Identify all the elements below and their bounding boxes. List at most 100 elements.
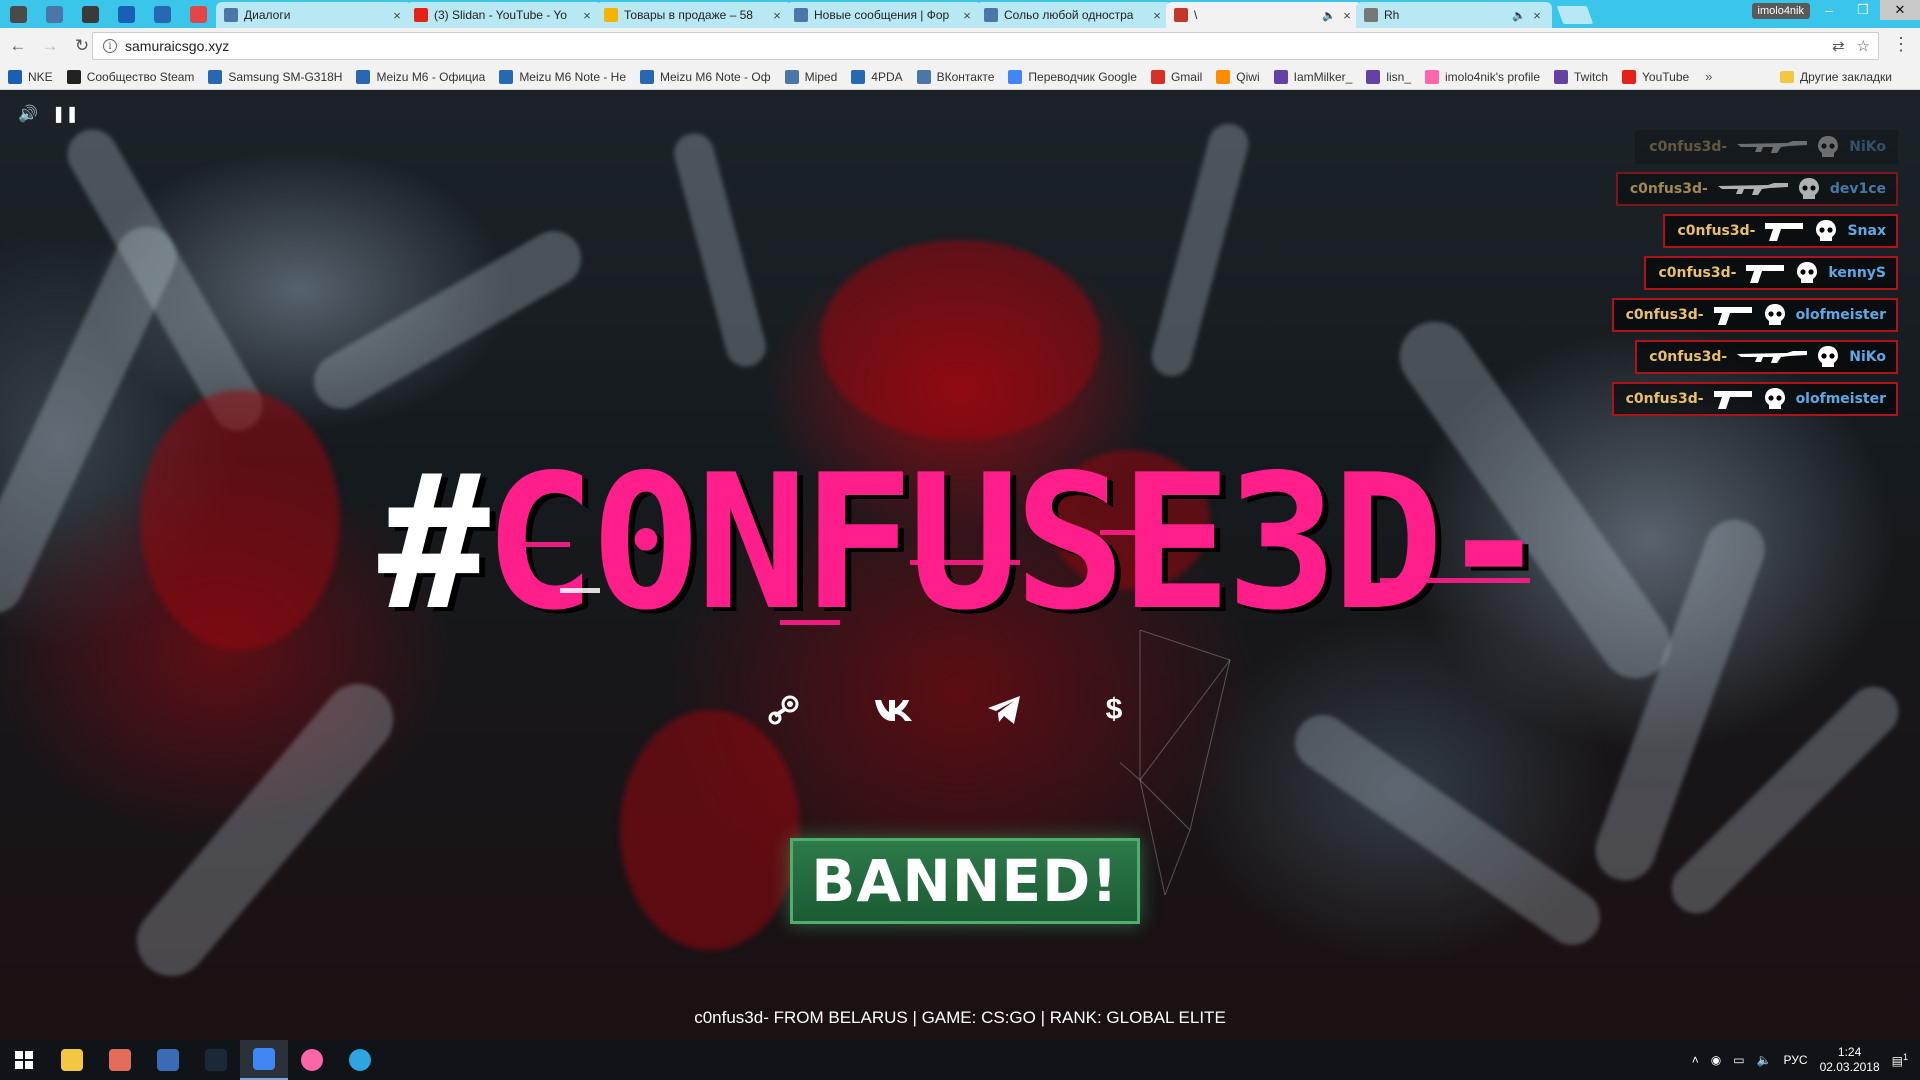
close-tab-icon[interactable]: × [770, 8, 784, 23]
pinned-tab[interactable] [108, 1, 144, 27]
browser-tab[interactable]: Новые сообщения | Фор × [786, 2, 982, 28]
volume-icon[interactable]: 🔊 [18, 104, 38, 124]
browser-tab[interactable]: \ 🔈 × [1166, 2, 1362, 28]
speaker-icon[interactable]: 🔈 [1757, 1053, 1772, 1067]
minimize-icon[interactable]: – [1812, 0, 1846, 20]
bookmark-item[interactable]: Samsung SM-G318H [208, 69, 342, 84]
bookmark-item[interactable]: Переводчик Google [1008, 69, 1137, 84]
samurai-icon [1174, 8, 1188, 22]
headshot-icon [1764, 387, 1786, 411]
headshot-icon [1764, 303, 1786, 327]
twitch-icon [1554, 69, 1568, 84]
bookmark-item[interactable]: Meizu M6 Note - Оф [640, 69, 771, 84]
social-links: $ [760, 688, 1138, 732]
close-tab-icon[interactable]: × [960, 8, 974, 23]
pinned-tab[interactable] [144, 1, 180, 27]
tab-audio-icon[interactable]: 🔈 [1322, 9, 1336, 22]
browser-tab[interactable]: Сольо любой однострa × [976, 2, 1172, 28]
language-indicator[interactable]: РУС [1784, 1053, 1808, 1067]
browser-tab[interactable]: Диалоги × [216, 2, 412, 28]
bookmark-item[interactable]: Gmail [1150, 69, 1202, 84]
tab-audio-icon[interactable]: 🔈 [1512, 9, 1526, 22]
bookmark-item[interactable]: Meizu M6 - Официа [356, 69, 485, 84]
pinned-tab[interactable] [180, 1, 216, 27]
bookmark-label: YouTube [1642, 69, 1690, 84]
headshot-icon [1798, 177, 1820, 201]
close-tab-icon[interactable]: × [390, 8, 404, 23]
steam-tray-icon[interactable]: ◉ [1711, 1053, 1721, 1067]
4pda-icon [640, 69, 655, 84]
close-tab-icon[interactable]: × [1530, 8, 1544, 23]
close-tab-icon[interactable]: × [1340, 8, 1354, 23]
kill-feed-entry: c0nfus3d-olofmeister [1611, 382, 1898, 416]
taskbar-app[interactable] [144, 1040, 192, 1080]
bookmark-item[interactable]: imolo4nik's profile [1425, 69, 1540, 84]
pinned-tabs [0, 0, 216, 28]
killer-name: c0nfus3d- [1625, 391, 1704, 407]
tab-title: Диалоги [244, 8, 291, 22]
pause-icon[interactable]: ❚❚ [52, 104, 79, 124]
new-tab-button[interactable] [1556, 6, 1594, 24]
tray-expand-icon[interactable]: ˄ [1692, 1053, 1699, 1067]
browser-tab[interactable]: Rh 🔈 × [1356, 2, 1552, 28]
deagle-weapon-icon [1746, 262, 1786, 284]
other-bookmarks-folder[interactable]: Другие закладки [1780, 70, 1892, 84]
bookmark-item[interactable]: Meizu M6 Note - Не [499, 69, 626, 84]
victim-name: olofmeister [1795, 307, 1886, 323]
close-tab-icon[interactable]: × [580, 8, 594, 23]
vk-link-icon[interactable] [870, 688, 918, 732]
victim-name: NiKo [1849, 349, 1886, 365]
telegram-link-icon[interactable] [980, 688, 1028, 732]
twitch-icon [1273, 69, 1288, 84]
bookmark-star-icon[interactable]: ☆ [1857, 37, 1870, 55]
bookmark-item[interactable]: Сообщество Steam [66, 69, 194, 84]
bookmark-item[interactable]: 4PDA [851, 69, 903, 84]
taskbar-app[interactable] [96, 1040, 144, 1080]
bookmark-item[interactable]: YouTube [1622, 69, 1690, 84]
taskbar-app[interactable] [288, 1040, 336, 1080]
network-icon[interactable]: ▭ [1733, 1053, 1744, 1067]
victim-name: Snax [1847, 223, 1886, 239]
twitch-icon [1366, 69, 1381, 84]
bookmark-item[interactable]: IamMilker_ [1273, 69, 1352, 84]
tab-title: Сольо любой однострa [1004, 8, 1134, 22]
bookmark-item[interactable]: NKE [8, 69, 53, 84]
bookmark-item[interactable]: Qiwi [1216, 69, 1260, 84]
clock[interactable]: 1:24 02.03.2018 [1820, 1045, 1880, 1075]
translate-icon[interactable]: ⇄ [1832, 37, 1845, 55]
back-icon[interactable]: ← [4, 32, 32, 60]
bookmark-item[interactable]: lisn_ [1366, 69, 1411, 84]
site-info-icon[interactable]: i [103, 39, 117, 53]
restore-icon[interactable]: ❐ [1846, 0, 1880, 20]
killer-name: c0nfus3d- [1629, 181, 1708, 197]
browser-tab[interactable]: Товары в продаже – 58 × [596, 2, 792, 28]
taskbar-app[interactable] [48, 1040, 96, 1080]
windows-start-icon[interactable] [0, 1040, 48, 1080]
banned-button[interactable]: BANNED! [790, 838, 1140, 924]
bookmark-item[interactable]: ВКонтакте [916, 69, 994, 84]
qiwi-icon [1216, 69, 1231, 84]
victim-name: olofmeister [1795, 391, 1886, 407]
profile-button[interactable]: imolo4nik [1751, 3, 1810, 19]
close-tab-icon[interactable]: × [1150, 8, 1164, 23]
steam-link-icon[interactable] [760, 688, 808, 732]
bookmark-label: Miped [804, 69, 838, 84]
windows-taskbar: ˄ ◉ ▭ 🔈 РУС 1:24 02.03.2018 ▤1 [0, 1040, 1920, 1080]
bookmark-item[interactable]: Miped [784, 69, 838, 84]
taskbar-app[interactable] [336, 1040, 384, 1080]
url-text: samuraicsgo.xyz [125, 38, 230, 54]
forward-icon[interactable]: → [36, 32, 64, 60]
browser-menu-icon[interactable]: ⋮ [1892, 34, 1910, 55]
clock-date: 02.03.2018 [1819, 1060, 1880, 1074]
pinned-tab[interactable] [72, 1, 108, 27]
pinned-tab[interactable] [0, 1, 36, 27]
taskbar-app[interactable] [240, 1040, 288, 1080]
notifications-icon[interactable]: ▤1 [1892, 1052, 1908, 1068]
browser-tab[interactable]: (3) Slidan - YouTube - Yo × [406, 2, 602, 28]
more-bookmarks-icon[interactable]: » [1705, 69, 1712, 84]
close-window-icon[interactable]: ✕ [1880, 0, 1920, 20]
address-bar[interactable]: i samuraicsgo.xyz ⇄ ☆ [92, 32, 1879, 60]
bookmark-item[interactable]: Twitch [1554, 69, 1608, 84]
pinned-tab[interactable] [36, 1, 72, 27]
taskbar-app[interactable] [192, 1040, 240, 1080]
